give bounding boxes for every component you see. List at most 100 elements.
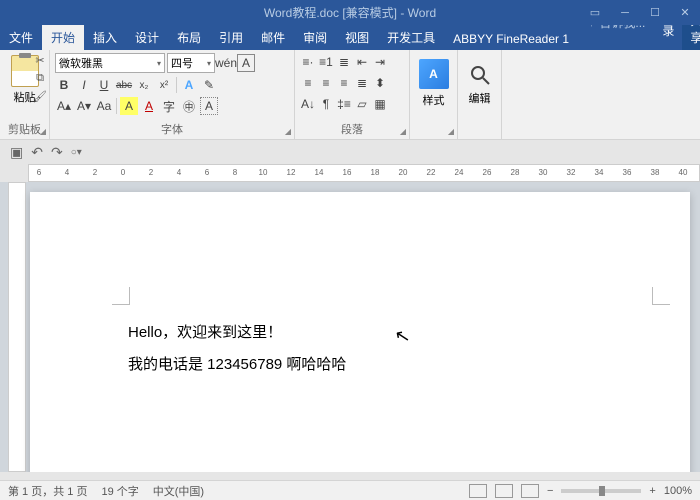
vertical-ruler[interactable] <box>8 182 26 472</box>
ruler-tick: 20 <box>399 168 408 177</box>
tab-review[interactable]: 审阅 <box>294 25 336 50</box>
tab-view[interactable]: 视图 <box>336 25 378 50</box>
change-case-button[interactable]: Aa <box>95 97 113 115</box>
cursor-icon: ↖ <box>393 325 412 349</box>
cut-icon[interactable]: ✂ <box>33 54 47 68</box>
ruler-tick: 32 <box>567 168 576 177</box>
tab-abbyy[interactable]: ABBYY FineReader 1 <box>444 28 578 50</box>
tab-design[interactable]: 设计 <box>126 25 168 50</box>
save-icon[interactable]: ▣ <box>10 144 23 161</box>
borders-button[interactable]: ▦ <box>372 95 388 113</box>
status-words[interactable]: 19 个字 <box>101 483 138 499</box>
view-print-icon[interactable] <box>495 484 513 498</box>
bullets-button[interactable]: ≡· <box>300 53 316 71</box>
tab-home[interactable]: 开始 <box>42 25 84 50</box>
sort-button[interactable]: A↓ <box>300 95 316 113</box>
align-left-button[interactable]: ≡ <box>300 74 316 92</box>
enclose-char-button[interactable]: ㊥ <box>180 97 198 115</box>
tab-references[interactable]: 引用 <box>210 25 252 50</box>
char-frame-button[interactable]: A <box>200 97 218 115</box>
ruler-tick: 14 <box>315 168 324 177</box>
ruler-tick: 2 <box>93 168 97 177</box>
decrease-indent-button[interactable]: ⇤ <box>354 53 370 71</box>
shrink-font-button[interactable]: A▾ <box>75 97 93 115</box>
zoom-in-icon[interactable]: + <box>649 485 655 497</box>
ruler-tick: 6 <box>205 168 209 177</box>
underline-button[interactable]: U <box>95 76 113 94</box>
view-read-icon[interactable] <box>469 484 487 498</box>
maximize-icon[interactable]: ☐ <box>640 0 670 25</box>
numbering-button[interactable]: ≡1 <box>318 53 334 71</box>
close-icon[interactable]: ✕ <box>670 0 700 25</box>
italic-button[interactable]: I <box>75 76 93 94</box>
qat-more-icon[interactable]: ○▾ <box>71 147 82 158</box>
font-name-combo[interactable]: 微软雅黑▾ <box>55 53 165 73</box>
ruler-tick: 2 <box>149 168 153 177</box>
grow-font-button[interactable]: A▴ <box>55 97 73 115</box>
tab-mailings[interactable]: 邮件 <box>252 25 294 50</box>
ruler-tick: 30 <box>539 168 548 177</box>
text-line[interactable]: Hello，欢迎来到这里！ <box>128 317 346 349</box>
find-icon[interactable] <box>468 63 492 87</box>
subscript-button[interactable]: x₂ <box>135 76 153 94</box>
para-launcher-icon[interactable]: ◢ <box>400 127 406 136</box>
format-painter-icon[interactable]: 🖌 <box>33 90 47 104</box>
tab-layout[interactable]: 布局 <box>168 25 210 50</box>
char-border-button[interactable]: A <box>237 54 255 72</box>
ruler-tick: 34 <box>595 168 604 177</box>
zoom-level[interactable]: 100% <box>664 485 692 497</box>
phonetic-guide-button[interactable]: wén <box>217 54 235 72</box>
align-center-button[interactable]: ≡ <box>318 74 334 92</box>
status-page[interactable]: 第 1 页，共 1 页 <box>8 483 87 499</box>
minimize-icon[interactable]: ─ <box>610 0 640 25</box>
showmarks-button[interactable]: ¶ <box>318 95 334 113</box>
distribute-button[interactable]: ⬍ <box>372 74 388 92</box>
char-shading-button[interactable]: 字 <box>160 97 178 115</box>
redo-icon[interactable]: ↷ <box>51 144 63 161</box>
clear-format-button[interactable]: ✎ <box>200 76 218 94</box>
group-editing: 编辑 <box>458 50 502 139</box>
ruler-tick: 10 <box>259 168 268 177</box>
font-color-button[interactable]: A <box>140 97 158 115</box>
tab-developer[interactable]: 开发工具 <box>378 25 444 50</box>
font-launcher-icon[interactable]: ◢ <box>285 127 291 136</box>
page[interactable]: Hello，欢迎来到这里！ 我的电话是 123456789 啊哈哈哈 ↖ <box>30 192 690 472</box>
superscript-button[interactable]: x² <box>155 76 173 94</box>
multilevel-button[interactable]: ≣ <box>336 53 352 71</box>
align-right-button[interactable]: ≡ <box>336 74 352 92</box>
justify-button[interactable]: ≣ <box>354 74 370 92</box>
group-font: 微软雅黑▾ 四号▾ wén A B I U abc x₂ x² A ✎ A▴ A… <box>50 50 295 139</box>
ribbon: 粘贴 ✂ ⧉ 🖌 剪贴板 ◢ 微软雅黑▾ 四号▾ wén A B I U abc… <box>0 50 700 140</box>
zoom-out-icon[interactable]: − <box>547 485 553 497</box>
text-line[interactable]: 我的电话是 123456789 啊哈哈哈 <box>128 349 346 381</box>
styles-icon[interactable]: A <box>419 59 449 89</box>
group-styles: A 样式 ◢ <box>410 50 458 139</box>
view-web-icon[interactable] <box>521 484 539 498</box>
status-lang[interactable]: 中文(中国) <box>153 483 204 499</box>
highlight-button[interactable]: A <box>120 97 138 115</box>
window-controls: ▭ ─ ☐ ✕ <box>580 0 700 25</box>
text-effects-button[interactable]: A <box>180 76 198 94</box>
styles-launcher-icon[interactable]: ◢ <box>448 127 454 136</box>
tab-file[interactable]: 文件 <box>0 25 42 50</box>
horizontal-ruler[interactable]: 6420246810121416182022242628303234363840 <box>28 164 700 182</box>
increase-indent-button[interactable]: ⇥ <box>372 53 388 71</box>
status-bar: 第 1 页，共 1 页 19 个字 中文(中国) − + 100% <box>0 480 700 500</box>
bold-button[interactable]: B <box>55 76 73 94</box>
copy-icon[interactable]: ⧉ <box>33 72 47 86</box>
edit-button[interactable]: 编辑 <box>469 90 491 106</box>
undo-icon[interactable]: ↶ <box>31 144 43 161</box>
clipboard-launcher-icon[interactable]: ◢ <box>40 127 46 136</box>
font-size-combo[interactable]: 四号▾ <box>167 53 215 73</box>
shading-button[interactable]: ▱ <box>354 95 370 113</box>
strike-button[interactable]: abc <box>115 76 133 94</box>
ruler-tick: 4 <box>177 168 181 177</box>
ribbon-options-icon[interactable]: ▭ <box>580 0 610 25</box>
quick-access-toolbar: ▣ ↶ ↷ ○▾ <box>0 140 700 164</box>
tab-insert[interactable]: 插入 <box>84 25 126 50</box>
document-text[interactable]: Hello，欢迎来到这里！ 我的电话是 123456789 啊哈哈哈 <box>128 317 346 380</box>
styles-button[interactable]: 样式 <box>423 92 445 108</box>
ruler-tick: 4 <box>65 168 69 177</box>
zoom-slider[interactable] <box>561 489 641 493</box>
line-spacing-button[interactable]: ‡≡ <box>336 95 352 113</box>
